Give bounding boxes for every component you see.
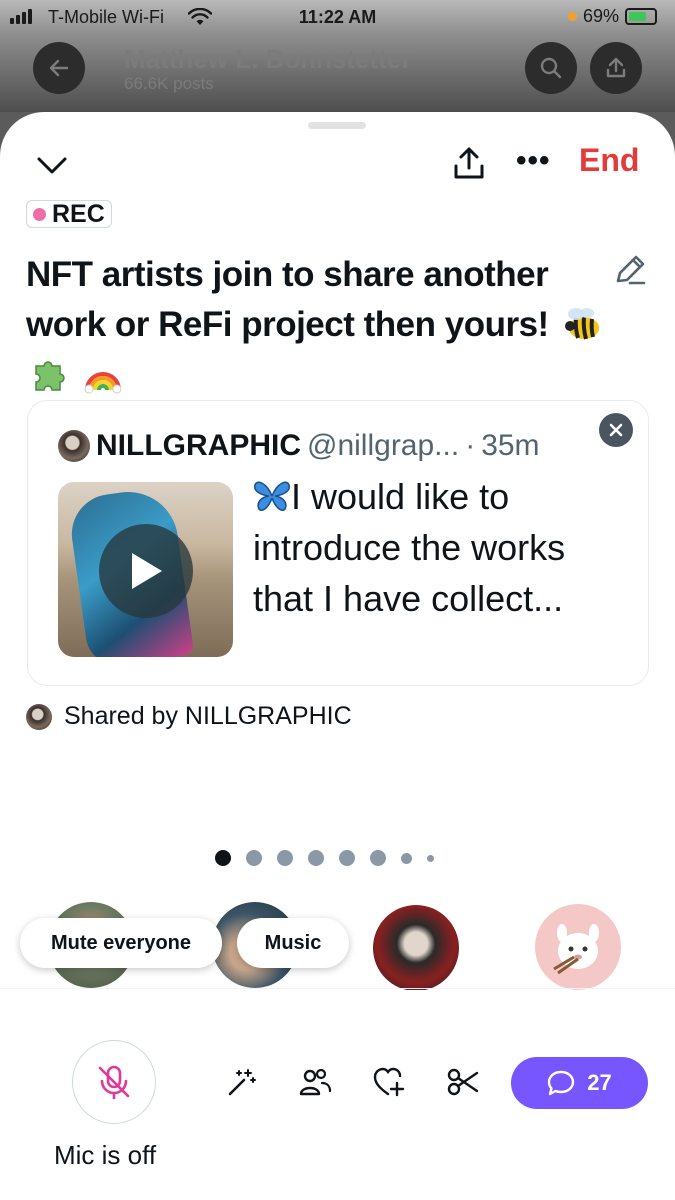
clip-button[interactable]: [446, 1065, 480, 1099]
end-space-button[interactable]: End: [579, 142, 639, 179]
battery-percent: 69%: [582, 6, 619, 26]
mic-toggle-button[interactable]: [72, 1040, 156, 1124]
share-icon: [606, 57, 626, 78]
page-dot: [215, 850, 231, 866]
puzzle-piece-emoji-icon: [35, 361, 65, 391]
page-dot: [246, 850, 262, 866]
participants-button[interactable]: [298, 1065, 332, 1099]
recording-dot: [33, 207, 46, 221]
bottom-divider: [0, 988, 675, 989]
react-button[interactable]: [372, 1065, 406, 1099]
pinned-post-card[interactable]: NILLGRAPHIC @nillgrap... · 35m I would l…: [27, 400, 649, 686]
profile-post-count: 66.6K posts: [124, 74, 214, 93]
comment-count: 27: [587, 1070, 612, 1095]
recording-label: REC: [52, 199, 105, 228]
comment-bubble-icon: [548, 1070, 575, 1096]
arrow-left-icon: [49, 59, 69, 77]
post-text: I would like to introduce the works that…: [253, 471, 633, 624]
share-space-icon[interactable]: [450, 144, 488, 182]
mic-off-icon: [98, 1065, 130, 1100]
bee-emoji-icon: [564, 308, 599, 340]
post-time: 35m: [481, 429, 540, 462]
low-power-dot: [567, 12, 577, 21]
video-thumbnail[interactable]: [58, 482, 233, 657]
share-profile-button[interactable]: [590, 42, 642, 94]
search-icon: [540, 57, 562, 79]
space-sheet: ••• End REC NFT artists join to share an…: [0, 112, 675, 1200]
page-indicator: [215, 850, 434, 866]
mute-everyone-button[interactable]: Mute everyone: [20, 918, 222, 968]
speaker-avatar[interactable]: [535, 904, 621, 990]
play-button[interactable]: [99, 524, 193, 618]
page-dot: [308, 850, 324, 866]
page-dot: [427, 854, 434, 862]
background-app-header: T-Mobile Wi-Fi 11:22 AM 69% Matthew L. B…: [0, 0, 675, 112]
author-avatar: [58, 430, 90, 462]
pinned-post-header: NILLGRAPHIC @nillgrap... · 35m: [58, 429, 540, 463]
page-dot: [370, 850, 386, 866]
mic-status-label: Mic is off: [54, 1140, 157, 1170]
alpaca-avatar-icon: [553, 924, 599, 975]
author-handle: @nillgrap...: [307, 429, 460, 462]
page-dot: [339, 850, 355, 866]
music-button[interactable]: Music: [237, 918, 349, 968]
search-button[interactable]: [525, 42, 577, 94]
play-icon: [132, 553, 162, 589]
more-options-icon[interactable]: •••: [516, 146, 551, 176]
edit-pencil-icon[interactable]: [612, 252, 648, 288]
sharer-avatar: [26, 703, 52, 730]
space-title: NFT artists join to share another work o…: [26, 250, 606, 400]
meta-separator: ·: [465, 429, 476, 462]
space-title-text: NFT artists join to share another work o…: [26, 255, 549, 344]
battery-icon: [625, 8, 657, 25]
shared-by-label: Shared by NILLGRAPHIC: [64, 702, 352, 730]
author-name: NILLGRAPHIC: [96, 429, 301, 462]
butterfly-emoji-icon: [253, 481, 291, 511]
effects-button[interactable]: [225, 1065, 259, 1099]
sheet-grabber[interactable]: [308, 122, 366, 129]
rainbow-emoji-icon: [84, 372, 122, 394]
speaker-avatar[interactable]: [373, 905, 459, 990]
magic-wand-icon: [228, 1069, 256, 1096]
back-button[interactable]: [33, 42, 85, 94]
people-icon: [299, 1068, 332, 1096]
post-text-body: I would like to introduce the works that…: [253, 476, 566, 619]
heart-plus-icon: [373, 1067, 405, 1097]
battery-status: 69%: [567, 6, 657, 27]
status-bar: T-Mobile Wi-Fi 11:22 AM 69%: [0, 0, 675, 34]
shared-by-row: Shared by NILLGRAPHIC: [26, 702, 352, 731]
close-icon: [609, 423, 623, 437]
recording-badge: REC: [26, 200, 112, 228]
dismiss-post-button[interactable]: [599, 413, 633, 447]
page-dot: [277, 850, 293, 866]
page-dot: [401, 852, 412, 864]
comments-button[interactable]: 27: [511, 1057, 648, 1109]
scissors-icon: [447, 1068, 479, 1096]
profile-name: Matthew L. Bonnstetter: [124, 44, 412, 74]
chevron-down-icon[interactable]: [34, 150, 70, 180]
